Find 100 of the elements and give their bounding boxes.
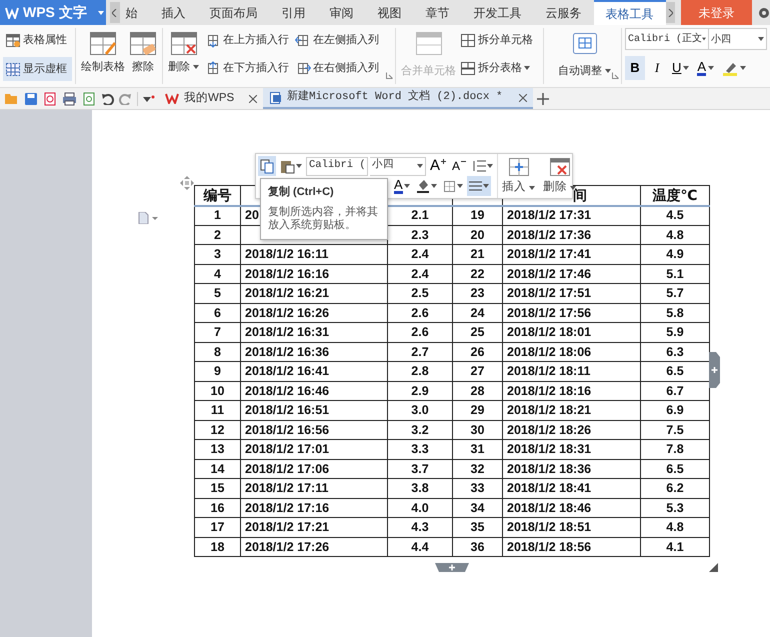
table-cell: 11	[194, 400, 240, 420]
menu-tab[interactable]: 视图	[366, 0, 414, 25]
tooltip-title: 复制 (Ctrl+C)	[268, 184, 335, 200]
table-cell: 9	[194, 362, 240, 381]
ribbon-button[interactable]: 在左侧插入列	[293, 28, 381, 52]
close-icon[interactable]	[519, 94, 527, 102]
save-icon[interactable]	[24, 92, 38, 106]
add-column-handle-icon[interactable]	[709, 352, 720, 388]
ribbon-button[interactable]: 在下方插入行	[203, 56, 291, 80]
table-cell: 2018/1/2 17:46	[502, 264, 640, 284]
table-cell: 21	[452, 244, 502, 264]
format-button[interactable]: I	[647, 56, 667, 80]
table-cell: 4.8	[640, 225, 710, 244]
table-cell: 10	[194, 381, 240, 400]
document-tab[interactable]: 我的WPS	[159, 88, 263, 109]
settings-icon[interactable]	[758, 6, 770, 18]
menu-tab[interactable]: 插入	[150, 0, 198, 25]
font-size-button[interactable]: A	[428, 156, 448, 176]
table-cell: 4.5	[640, 206, 710, 225]
app-title[interactable]: WPS 文字	[0, 0, 98, 25]
insert-table-icon	[508, 157, 530, 177]
autofit-button[interactable]: 自动调整	[556, 28, 613, 84]
table-cell: 35	[452, 518, 502, 537]
ribbon-button[interactable]: 擦除	[127, 28, 159, 84]
pdf-export-icon[interactable]	[43, 92, 57, 106]
add-row-handle-icon[interactable]	[435, 563, 469, 572]
toolbar-button[interactable]	[466, 176, 491, 196]
menu-tab[interactable]: 云服务	[534, 0, 594, 25]
wps-logo-icon	[165, 93, 179, 104]
minus-icon	[461, 159, 466, 164]
ribbon-button[interactable]: 绘制表格	[79, 28, 127, 84]
caret-icon	[487, 164, 494, 168]
menu-tab[interactable]: 章节	[414, 0, 462, 25]
undo-icon[interactable]	[101, 92, 114, 104]
format-button[interactable]: A	[694, 56, 718, 80]
caret-icon	[296, 164, 302, 168]
table-cell: 2.6	[388, 303, 452, 322]
document-tab[interactable]: 新建Microsoft Word 文档 (2).docx *	[263, 88, 533, 109]
ribbon-button[interactable]: 删除	[166, 28, 201, 84]
resize-handle-icon[interactable]	[709, 563, 718, 572]
close-icon[interactable]	[249, 94, 257, 102]
redo-icon[interactable]	[119, 92, 132, 104]
table-cell: 2018/1/2 16:56	[240, 420, 388, 440]
table-cell: 2.6	[388, 322, 452, 342]
table-cell: 2018/1/2 18:11	[502, 362, 640, 381]
table-cell: 14	[194, 459, 240, 478]
table-cell: 5.8	[640, 303, 710, 322]
menu-tab[interactable]: 审阅	[318, 0, 366, 25]
ribbon-button[interactable]: 显示虚框	[3, 57, 72, 81]
border-icon	[442, 180, 456, 192]
new-tab-icon[interactable]	[537, 92, 549, 104]
table-cell: 2018/1/2 17:11	[240, 478, 388, 498]
dialog-launcher-icon[interactable]	[612, 72, 619, 80]
ribbon-button[interactable]: 在右侧插入列	[293, 56, 381, 80]
table-cell: 34	[452, 498, 502, 518]
paragraph-menu-icon[interactable]	[138, 212, 158, 224]
table-cell: 2018/1/2 17:26	[240, 537, 388, 556]
table-cell: 2018/1/2 16:46	[240, 381, 388, 400]
table-cell: 1	[194, 206, 240, 225]
table-cell: 2018/1/2 18:51	[502, 518, 640, 537]
menu-tab[interactable]: 引用	[270, 0, 318, 25]
table-cell: 2018/1/2 16:36	[240, 342, 388, 362]
font-name-field[interactable]: Calibri (正文	[625, 28, 709, 50]
ribbon-button[interactable]: 在上方插入行	[203, 28, 291, 52]
print-preview-icon[interactable]	[82, 92, 96, 106]
table-cell: 4.0	[388, 498, 452, 518]
dialog-launcher-icon[interactable]	[386, 72, 393, 80]
menu-tab[interactable]: 始	[120, 0, 150, 25]
toolbar-button[interactable]: A	[392, 176, 412, 196]
menu-tab[interactable]: 页面布局	[198, 0, 270, 25]
highlighter-icon	[722, 60, 738, 76]
table-cell: 3.0	[388, 400, 452, 420]
customize-caret-icon[interactable]	[143, 94, 155, 102]
fill-color-icon	[416, 179, 430, 193]
table-cell: 7	[194, 322, 240, 342]
toolbar-button[interactable]	[258, 156, 276, 176]
scroll-left-icon[interactable]	[112, 8, 118, 16]
move-handle-icon[interactable]	[180, 176, 194, 190]
ribbon-button[interactable]: 拆分表格	[458, 56, 535, 80]
table-cell: 16	[194, 498, 240, 518]
font-size-field[interactable]: 小四	[370, 156, 426, 176]
font-size-button[interactable]: A	[450, 156, 468, 176]
table-cell: 2018/1/2 18:21	[502, 400, 640, 420]
table-cell: 2018/1/2 18:06	[502, 342, 640, 362]
font-name-field[interactable]: Calibri (	[306, 156, 368, 176]
ribbon-button[interactable]: 拆分单元格	[458, 28, 535, 52]
scroll-right-icon[interactable]	[668, 8, 673, 16]
menu-tab[interactable]: 开发工具	[462, 0, 534, 25]
autofit-icon	[570, 31, 598, 56]
table-cell: 2018/1/2 17:56	[502, 303, 640, 322]
table-cell: 28	[452, 381, 502, 400]
format-button[interactable]: B	[625, 56, 645, 80]
table-cell: 13	[194, 440, 240, 459]
table-cell: 2018/1/2 17:01	[240, 440, 388, 459]
ribbon-button[interactable]: 表格属性	[3, 28, 72, 52]
menu-tab[interactable]: 表格工具	[594, 0, 666, 25]
table-cell: 18	[194, 537, 240, 556]
print-icon[interactable]	[62, 92, 77, 106]
font-size-field[interactable]: 小四	[709, 28, 767, 50]
format-button[interactable]: U	[669, 56, 692, 80]
